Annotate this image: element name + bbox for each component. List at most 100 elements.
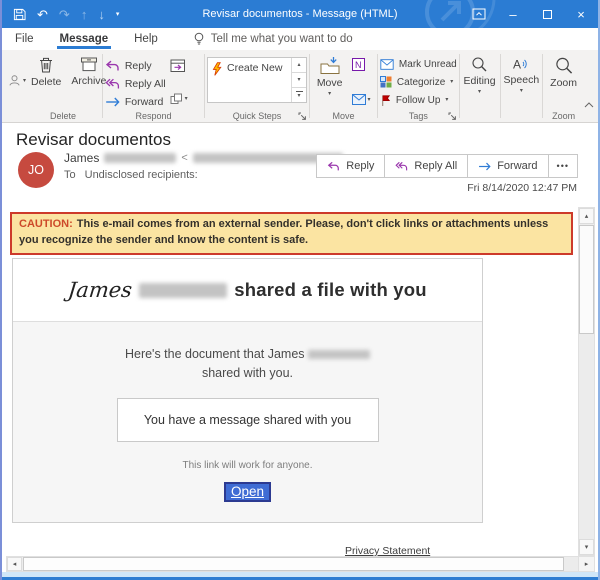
categorize-label: Categorize — [397, 77, 445, 88]
caution-text: This e-mail comes from an external sende… — [19, 218, 548, 246]
chevron-up-icon — [584, 102, 594, 108]
move-label: Move — [317, 77, 343, 89]
open-link[interactable]: Open — [224, 482, 271, 502]
follow-up-button[interactable]: Follow Up ▾ — [380, 91, 457, 109]
link-note: This link will work for anyone. — [13, 460, 482, 471]
meeting-button[interactable] — [170, 58, 188, 73]
send-to-onenote-button[interactable]: N — [352, 58, 371, 71]
redo-icon: ↷ — [59, 8, 70, 21]
external-sender-warning-banner: CAUTION:This e-mail comes from an extern… — [10, 212, 573, 255]
shared-message-box: You have a message shared with you — [117, 398, 379, 442]
vertical-scroll-thumb[interactable] — [579, 225, 594, 334]
reply-label: Reply — [125, 60, 152, 72]
close-button[interactable]: × — [564, 0, 598, 28]
scroll-up-button[interactable]: ▴ — [579, 208, 594, 224]
move-down-icon: ↓ — [98, 8, 105, 21]
maximize-button[interactable] — [530, 0, 564, 28]
rules-envelope-icon — [352, 94, 366, 105]
scroll-down-icon: ▾ — [297, 77, 300, 83]
heading-text: shared a file with you — [234, 279, 427, 301]
svg-text:A: A — [513, 58, 521, 72]
dialog-launcher-icon[interactable] — [298, 112, 307, 121]
gallery-scroll-down[interactable]: ▾ — [292, 73, 306, 88]
scroll-up-icon: ▴ — [585, 212, 589, 220]
scroll-right-button[interactable]: ▸ — [578, 556, 595, 572]
speech-button[interactable]: A Speech ▾ — [499, 55, 545, 95]
horizontal-scrollbar[interactable]: ◂ — [6, 556, 581, 572]
reply-icon — [105, 60, 120, 72]
editing-button[interactable]: Editing ▾ — [459, 55, 501, 96]
tab-message[interactable]: Message — [47, 30, 122, 49]
more-respond-actions-button[interactable]: ▾ — [170, 93, 188, 105]
scroll-down-button[interactable]: ▾ — [579, 539, 594, 555]
ribbon-display-options-button[interactable] — [462, 0, 496, 28]
categorize-button[interactable]: Categorize ▾ — [380, 73, 457, 91]
tab-help[interactable]: Help — [121, 30, 171, 49]
follow-up-label: Follow Up — [396, 95, 440, 106]
sender-avatar[interactable]: JO — [18, 152, 54, 188]
tab-file[interactable]: File — [2, 30, 47, 49]
reply-all-button[interactable]: Reply All — [105, 75, 166, 93]
reply-all-label: Reply All — [125, 78, 166, 90]
create-new-quick-step[interactable]: Create New — [208, 58, 291, 102]
sender-line: James < > — [64, 151, 354, 165]
forward-icon — [478, 162, 491, 171]
quick-steps-gallery: Create New ▴ ▾ ▾ — [207, 57, 307, 103]
delete-group: Delete Archive Delete — [24, 50, 102, 122]
move-button[interactable]: Move ▾ — [312, 55, 348, 98]
customize-qat-icon[interactable]: ▾ — [116, 11, 120, 18]
recipients-value[interactable]: Undisclosed recipients: — [85, 169, 198, 181]
scroll-down-icon: ▾ — [585, 543, 589, 551]
more-bar-icon — [296, 91, 303, 92]
dialog-launcher-icon[interactable] — [448, 112, 457, 121]
reply-button[interactable]: Reply — [105, 57, 166, 75]
rules-button[interactable]: ▾ — [352, 94, 371, 105]
editing-label: Editing — [464, 75, 496, 87]
more-actions-button[interactable]: ••• — [548, 154, 578, 178]
horizontal-scroll-thumb[interactable] — [23, 557, 564, 571]
move-group: Move ▾ N ▾ Move — [310, 50, 377, 122]
zoom-group: Zoom Zoom — [543, 50, 584, 122]
ignore-group-collapsed: ▾ — [6, 50, 24, 122]
intro-text: Here's the document that James shared wi… — [13, 345, 482, 384]
zoom-button[interactable]: Zoom — [545, 55, 582, 90]
ribbon-tab-row: File Message Help Tell me what you want … — [2, 28, 598, 50]
email-body: James shared a file with you Here's the … — [12, 258, 483, 523]
zoom-label: Zoom — [550, 77, 577, 89]
minimize-button[interactable]: – — [496, 0, 530, 28]
gallery-more-button[interactable]: ▾ — [292, 88, 306, 102]
speech-icon: A — [512, 56, 531, 72]
forward-button[interactable]: Forward — [105, 93, 166, 111]
move-up-icon: ↑ — [81, 8, 88, 21]
chevron-down-icon: ▾ — [368, 97, 371, 103]
caution-prefix: CAUTION: — [19, 218, 73, 230]
quick-steps-group: Create New ▴ ▾ ▾ Quick Steps — [205, 50, 309, 122]
intro-line1: Here's the document that James — [125, 347, 305, 361]
categorize-icon — [380, 76, 392, 88]
header-reply-all-button[interactable]: Reply All — [384, 154, 468, 178]
undo-icon[interactable]: ↶ — [37, 8, 48, 21]
lightning-icon — [211, 62, 223, 76]
gallery-scroll-up[interactable]: ▴ — [292, 58, 306, 73]
tell-me-box[interactable]: Tell me what you want to do — [193, 32, 353, 47]
delete-button[interactable]: Delete — [26, 55, 66, 89]
header-reply-all-label: Reply All — [414, 160, 457, 172]
maximize-icon — [543, 10, 552, 19]
scroll-left-button[interactable]: ◂ — [7, 557, 22, 571]
collapse-ribbon-button[interactable] — [584, 102, 594, 108]
save-icon[interactable] — [13, 8, 26, 21]
outlook-message-window: { "titlebar": { "title": "Revisar docume… — [0, 0, 600, 580]
scroll-up-icon: ▴ — [297, 62, 300, 68]
archive-icon — [80, 56, 98, 73]
sender-name[interactable]: James — [64, 151, 99, 165]
message-subject: Revisar documentos — [16, 130, 171, 150]
vertical-scrollbar[interactable]: ▴ ▾ — [578, 207, 595, 556]
header-reply-button[interactable]: Reply — [316, 154, 385, 178]
more-dots-icon: ••• — [557, 161, 569, 171]
header-action-buttons: Reply Reply All Forward ••• — [317, 154, 578, 178]
reply-all-icon — [395, 161, 408, 172]
mark-unread-button[interactable]: Mark Unread — [380, 55, 457, 73]
message-header: Revisar documentos JO James < > To Undis… — [2, 123, 598, 207]
header-forward-button[interactable]: Forward — [467, 154, 548, 178]
redacted-heading-name — [139, 283, 227, 298]
